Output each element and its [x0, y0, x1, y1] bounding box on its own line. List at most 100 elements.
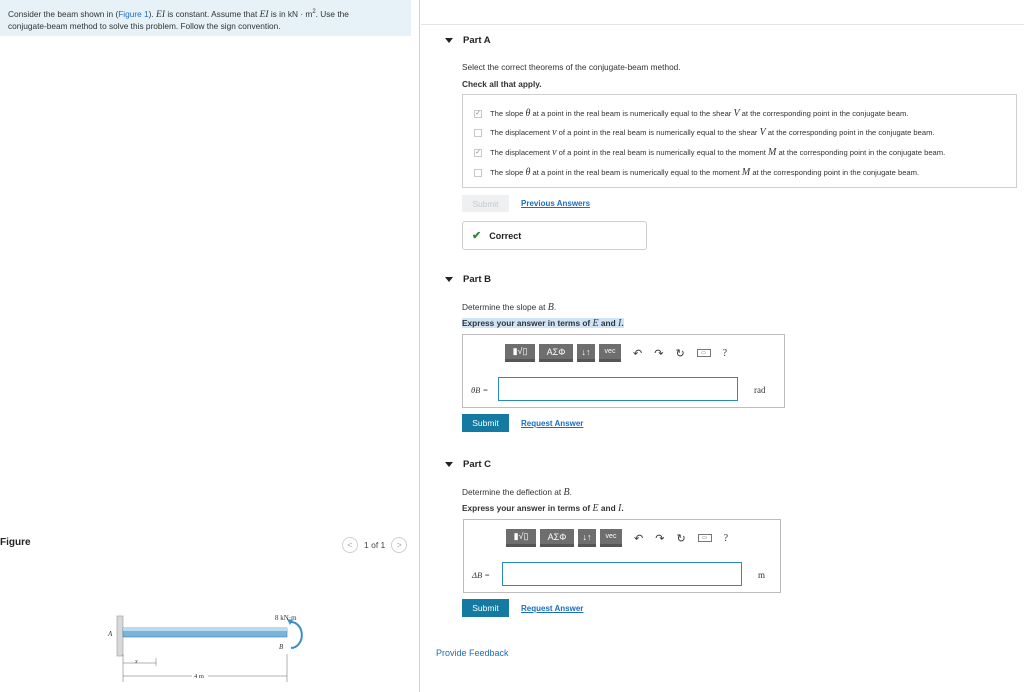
part-c-title: Part C	[463, 459, 491, 470]
instruction-text: and	[598, 503, 618, 513]
delta-b-label: ΔB =	[472, 570, 491, 580]
part-a-prompt: Select the correct theorems of the conju…	[462, 62, 681, 72]
chevron-left-icon: <	[347, 540, 353, 550]
part-c-header[interactable]: Part C	[445, 459, 491, 470]
problem-text: is constant. Assume that	[165, 8, 260, 19]
redo-icon[interactable]: ↷	[654, 347, 663, 360]
help-icon[interactable]: ?	[724, 533, 728, 544]
pager-count: 1 of 1	[364, 540, 386, 550]
option-text-part: at the corresponding point in the conjug…	[739, 109, 909, 118]
option-text: The displacement v of a point in the rea…	[490, 147, 945, 158]
option-3[interactable]: ✓ The displacement v of a point in the r…	[474, 147, 945, 158]
theta-b-label: θB =	[471, 385, 489, 395]
ei-symbol: EI	[156, 9, 166, 20]
greek-button[interactable]: ΑΣΦ	[540, 529, 574, 547]
option-text: The displacement v of a point in the rea…	[490, 127, 935, 138]
theta-b-input[interactable]	[498, 377, 738, 401]
part-b-instruction: Express your answer in terms of E and I.	[462, 318, 624, 329]
templates-button[interactable]: ▮√▯	[505, 344, 535, 362]
problem-text: ).	[148, 8, 157, 19]
caret-down-icon	[445, 462, 453, 467]
part-a-instruction: Check all that apply.	[462, 79, 542, 89]
toolbar-actions: ↶ ↷ ↻ ▭ ?	[633, 347, 727, 360]
reset-icon[interactable]: ↻	[675, 347, 684, 360]
vec-button[interactable]: vec	[600, 529, 622, 547]
left-pane: Consider the beam shown in (Figure 1). E…	[0, 0, 420, 692]
instruction-text: .	[621, 318, 624, 328]
keyboard-icon[interactable]: ▭	[696, 349, 711, 357]
option-text-part: at a point in the real beam is numerical…	[530, 168, 742, 177]
option-text-part: of a point in the real beam is numerical…	[556, 128, 760, 137]
ei-symbol: EI	[259, 9, 269, 20]
right-pane: Part A Select the correct theorems of th…	[421, 0, 1024, 692]
chevron-right-icon: >	[396, 540, 402, 550]
templates-button[interactable]: ▮√▯	[506, 529, 536, 547]
checkbox[interactable]	[474, 168, 482, 177]
x-label: x	[134, 659, 138, 665]
math-toolbar: ▮√▯ ΑΣΦ ↓↑ vec ↶ ↷ ↻ ▭ ?	[505, 344, 727, 362]
checkbox[interactable]	[474, 128, 482, 137]
instruction-text: Express your answer in terms of	[462, 318, 593, 328]
arrows-button[interactable]: ↓↑	[577, 344, 595, 362]
problem-text: Consider the beam shown in (	[8, 8, 119, 19]
beam-highlight	[123, 628, 287, 631]
option-2[interactable]: The displacement v of a point in the rea…	[474, 127, 935, 138]
figure-link[interactable]: Figure 1	[118, 9, 148, 19]
point-b-label: B	[279, 643, 284, 651]
option-text-part: at a point in the real beam is numerical…	[530, 109, 734, 118]
option-text-part: at the corresponding point in the conjug…	[776, 148, 946, 157]
part-c-prompt: Determine the deflection at B.	[462, 487, 572, 498]
part-b-request-answer-link[interactable]: Request Answer	[521, 419, 583, 428]
option-text-part: The slope	[490, 109, 526, 118]
reset-icon[interactable]: ↻	[676, 532, 685, 545]
math-toolbar: ▮√▯ ΑΣΦ ↓↑ vec ↶ ↷ ↻ ▭ ?	[506, 529, 728, 547]
previous-answers-link[interactable]: Previous Answers	[521, 199, 590, 208]
option-text: The slope θ at a point in the real beam …	[490, 108, 908, 119]
option-4[interactable]: The slope θ at a point in the real beam …	[474, 167, 919, 178]
part-c-submit-button[interactable]: Submit	[462, 599, 509, 617]
option-text-part: The slope	[490, 168, 526, 177]
problem-text: is in kN · m	[268, 8, 313, 19]
next-figure-button[interactable]: >	[391, 537, 408, 553]
arrows-button[interactable]: ↓↑	[578, 529, 596, 547]
part-a-title: Part A	[463, 35, 491, 46]
vec-button[interactable]: vec	[599, 344, 621, 362]
part-b-submit-button[interactable]: Submit	[462, 414, 509, 432]
part-a-header[interactable]: Part A	[445, 35, 491, 46]
part-c-request-answer-link[interactable]: Request Answer	[521, 604, 583, 613]
help-icon[interactable]: ?	[723, 348, 727, 359]
prev-figure-button[interactable]: <	[342, 537, 358, 553]
prompt-text: .	[553, 302, 557, 312]
option-text: The slope θ at a point in the real beam …	[490, 167, 919, 178]
part-b-header[interactable]: Part B	[445, 274, 491, 285]
checkmark-icon: ✔	[472, 230, 482, 242]
math-symbol: M	[741, 167, 751, 178]
instruction-text: Express your answer in terms of	[462, 503, 593, 513]
problem-statement: Consider the beam shown in (Figure 1). E…	[0, 0, 411, 36]
redo-icon[interactable]: ↷	[655, 532, 664, 545]
divider	[421, 24, 1024, 25]
problem-text-line2: conjugate-beam method to solve this prob…	[8, 20, 281, 31]
checkbox[interactable]: ✓	[474, 109, 482, 118]
moment-arrow	[290, 621, 303, 649]
part-b-title: Part B	[463, 274, 491, 285]
figure-pager: < 1 of 1 >	[342, 537, 408, 553]
part-a-submit-button[interactable]: Submit	[462, 195, 509, 212]
point-a-label: A	[107, 630, 113, 638]
keyboard-icon[interactable]: ▭	[697, 534, 712, 542]
beam-figure: A 8 kN·m B x 4 m	[107, 614, 303, 682]
option-text-part: The displacement	[490, 148, 553, 157]
prompt-text: .	[569, 487, 572, 497]
provide-feedback-link[interactable]: Provide Feedback	[436, 648, 509, 658]
delta-b-input[interactable]	[502, 562, 742, 586]
part-c-instruction: Express your answer in terms of E and I.	[462, 503, 624, 514]
option-1[interactable]: ✓ The slope θ at a point in the real bea…	[474, 108, 908, 119]
unit-rad: rad	[754, 385, 766, 395]
greek-button[interactable]: ΑΣΦ	[539, 344, 573, 362]
undo-icon[interactable]: ↶	[633, 347, 642, 360]
prompt-text: Determine the slope at	[462, 302, 548, 312]
part-a-options: ✓ The slope θ at a point in the real bea…	[462, 94, 1017, 188]
caret-down-icon	[445, 277, 453, 282]
undo-icon[interactable]: ↶	[634, 532, 643, 545]
checkbox[interactable]: ✓	[474, 148, 482, 157]
